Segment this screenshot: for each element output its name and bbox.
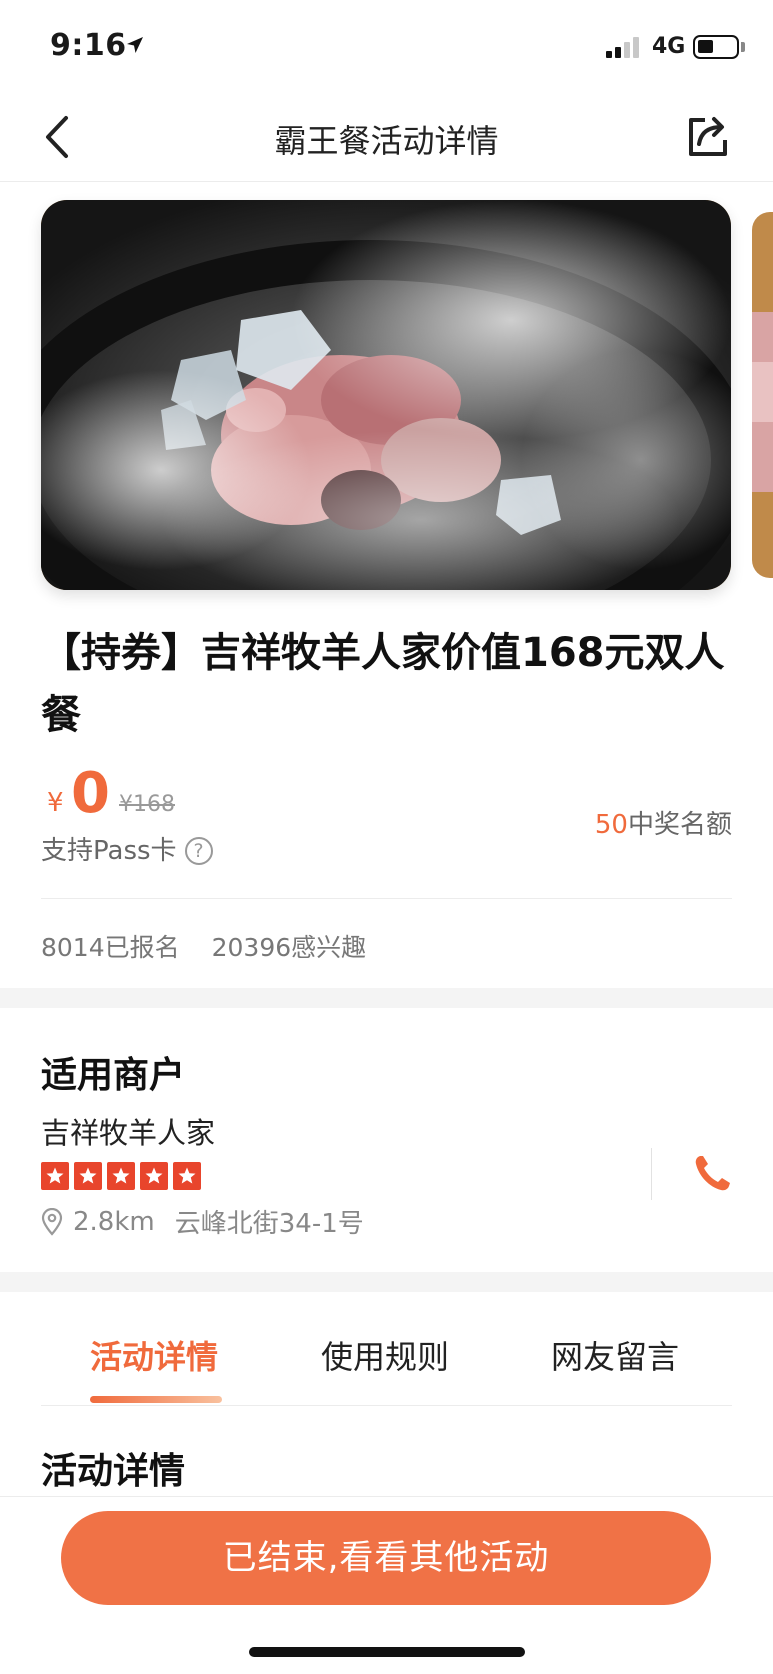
- section-gap: [0, 1272, 773, 1292]
- status-bar: 9:16 4G: [0, 0, 773, 92]
- battery-tip: [741, 42, 745, 52]
- original-price: ¥168: [119, 792, 175, 817]
- detail-tabs: 活动详情 使用规则 网友留言: [0, 1320, 773, 1406]
- nav-bar: 霸王餐活动详情: [0, 92, 773, 182]
- signal-strength-icon: [606, 36, 642, 58]
- page-title: 霸王餐活动详情: [274, 122, 499, 160]
- section-gap: [0, 988, 773, 1008]
- status-time: 9:16: [50, 28, 127, 63]
- tab-user-comments[interactable]: 网友留言: [551, 1332, 679, 1378]
- star-icon: [140, 1162, 168, 1190]
- divider: [41, 1405, 732, 1406]
- star-icon: [107, 1162, 135, 1190]
- divider: [41, 898, 732, 899]
- quota-label: 中奖名额: [627, 810, 732, 840]
- battery-icon: [693, 35, 739, 59]
- hero-food-image[interactable]: [41, 200, 731, 590]
- pass-support-label: 支持Pass卡: [41, 836, 177, 866]
- prize-quota: 50中奖名额: [595, 804, 732, 841]
- tab-activity-details[interactable]: 活动详情: [90, 1332, 218, 1378]
- bottom-action-bar: 已结束,看看其他活动: [0, 1496, 773, 1674]
- merchant-address: 云峰北街34-1号: [174, 1209, 364, 1239]
- deal-price: 0: [71, 761, 110, 826]
- next-image-peek[interactable]: [752, 212, 773, 578]
- merchant-address-row[interactable]: 2.8km 云峰北街34-1号: [41, 1203, 364, 1240]
- merchant-distance: 2.8km: [73, 1206, 155, 1237]
- star-icon: [173, 1162, 201, 1190]
- ended-see-other-activities-button[interactable]: 已结束,看看其他活动: [61, 1511, 711, 1605]
- location-pin-icon: [41, 1207, 63, 1236]
- star-icon: [41, 1162, 69, 1190]
- interested-count: 20396感兴趣: [211, 933, 367, 962]
- deal-stats: 8014已报名 20396感兴趣: [41, 928, 366, 964]
- star-icon: [74, 1162, 102, 1190]
- tab-usage-rules[interactable]: 使用规则: [321, 1332, 449, 1378]
- currency-symbol: ¥: [47, 788, 64, 818]
- details-section-heading: 活动详情: [41, 1451, 186, 1492]
- active-tab-indicator: [90, 1396, 222, 1403]
- deal-title: 【持券】吉祥牧羊人家价值168元双人餐: [41, 630, 725, 738]
- vertical-divider: [651, 1148, 652, 1200]
- merchant-rating: [41, 1162, 206, 1190]
- network-type: 4G: [652, 34, 686, 59]
- pass-support-row: 支持Pass卡?: [41, 830, 213, 867]
- home-indicator[interactable]: [249, 1647, 525, 1657]
- image-carousel[interactable]: [0, 200, 773, 590]
- share-icon[interactable]: [683, 110, 733, 160]
- merchant-section-heading: 适用商户: [41, 1055, 186, 1096]
- merchant-name[interactable]: 吉祥牧羊人家: [41, 1110, 215, 1152]
- phone-icon[interactable]: [690, 1152, 734, 1196]
- location-arrow-icon: [127, 37, 143, 53]
- registered-count: 8014已报名: [41, 933, 180, 962]
- help-question-icon[interactable]: ?: [184, 837, 213, 865]
- quota-count: 50: [594, 810, 628, 840]
